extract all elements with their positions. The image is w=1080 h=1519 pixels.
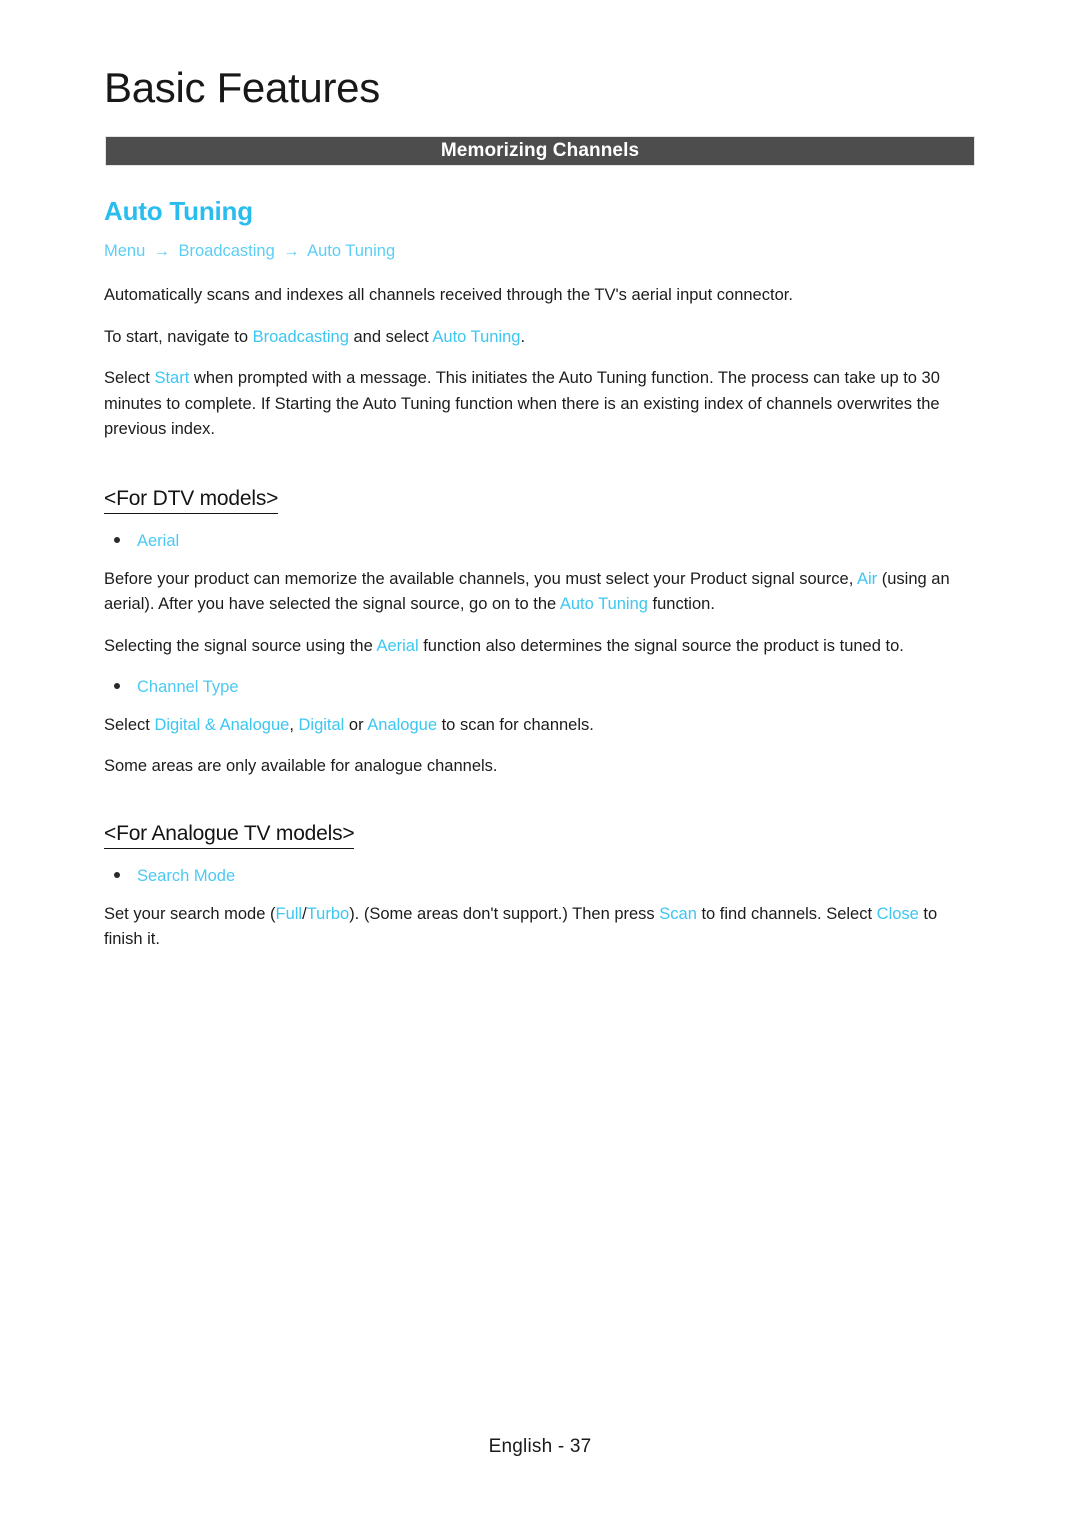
aerial-note-part1: Selecting the signal source using the [104,637,377,656]
inline-term-scan: Scan [659,904,697,923]
inline-term-start: Start [154,369,190,388]
start-suffix-text: when prompted with a message. This initi… [104,369,940,439]
bullet-label-aerial: Aerial [137,531,180,550]
breadcrumb: Menu → Broadcasting → Auto Tuning [104,241,976,263]
channel-type-part4: to scan for channels. [437,715,594,734]
bullet-label-channel-type: Channel Type [137,677,239,696]
inline-term-full: Full [275,904,303,923]
breadcrumb-arrow-icon: → [283,243,300,261]
inline-term-air: Air [856,569,878,588]
subheading-dtv-models: <For DTV models> [104,487,278,514]
bullet-item-channel-type: Channel Type [104,676,976,699]
navigate-suffix-text: . [520,327,526,346]
paragraph-intro: Automatically scans and indexes all chan… [104,283,976,309]
channel-type-part1: Select [104,715,155,734]
channel-type-note-text: Some areas are only available for analog… [104,757,498,776]
search-mode-part3: ). (Some areas don't support.) Then pres… [349,904,660,923]
page-title: Basic Features [104,64,380,111]
inline-term-close: Close [876,904,919,923]
bullet-label-search-mode: Search Mode [137,866,236,885]
breadcrumb-arrow-icon: → [153,243,170,261]
aerial-body-part1: Before your product can memorize the ava… [104,569,857,588]
inline-term-auto-tuning: Auto Tuning [559,595,648,614]
paragraph-start: Select Start when prompted with a messag… [104,366,976,443]
paragraph-channel-type-body: Select Digital & Analogue, Digital or An… [104,713,976,739]
section-banner-label: Memorizing Channels [440,140,640,161]
manual-page: Basic Features Memorizing Channels Auto … [0,0,1080,1519]
page-footer: English - 37 [488,1436,592,1457]
aerial-note-part2: function also determines the signal sour… [418,637,904,656]
inline-term-turbo: Turbo [306,904,350,923]
paragraph-aerial-note: Selecting the signal source using the Ae… [104,634,976,660]
breadcrumb-item-auto-tuning[interactable]: Auto Tuning [307,242,395,260]
bullet-dot-icon [114,682,120,689]
paragraph-intro-text: Automatically scans and indexes all chan… [104,285,793,304]
bullet-dot-icon [114,536,120,543]
content-column: Auto Tuning Menu → Broadcasting → Auto T… [104,196,976,953]
aerial-body-part3: function. [647,595,715,614]
inline-term-auto-tuning: Auto Tuning [432,327,521,346]
start-prefix-text: Select [104,369,155,388]
inline-term-analogue: Analogue [367,715,438,734]
paragraph-navigate: To start, navigate to Broadcasting and s… [104,325,976,351]
inline-term-digital: Digital [298,715,345,734]
topic-heading: Auto Tuning [104,196,253,226]
subheading-analogue-models: <For Analogue TV models> [104,822,355,849]
paragraph-aerial-body: Before your product can memorize the ava… [104,567,976,618]
search-mode-part1: Set your search mode ( [104,904,276,923]
navigate-prefix-text: To start, navigate to [104,327,253,346]
navigate-middle-text: and select [348,327,433,346]
paragraph-channel-type-note: Some areas are only available for analog… [104,754,976,780]
breadcrumb-item-broadcasting[interactable]: Broadcasting [178,242,274,260]
breadcrumb-item-menu[interactable]: Menu [104,242,145,260]
inline-term-aerial: Aerial [376,637,419,656]
section-banner: Memorizing Channels [105,136,975,166]
inline-term-broadcasting: Broadcasting [252,327,349,346]
bullet-item-aerial: Aerial [104,530,976,553]
paragraph-search-mode-body: Set your search mode (Full/Turbo). (Some… [104,902,976,953]
bullet-item-search-mode: Search Mode [104,865,976,888]
channel-type-part3: or [344,715,368,734]
search-mode-part4: to find channels. Select [696,904,877,923]
bullet-dot-icon [114,871,120,878]
inline-term-digital-and-analogue: Digital & Analogue [154,715,290,734]
